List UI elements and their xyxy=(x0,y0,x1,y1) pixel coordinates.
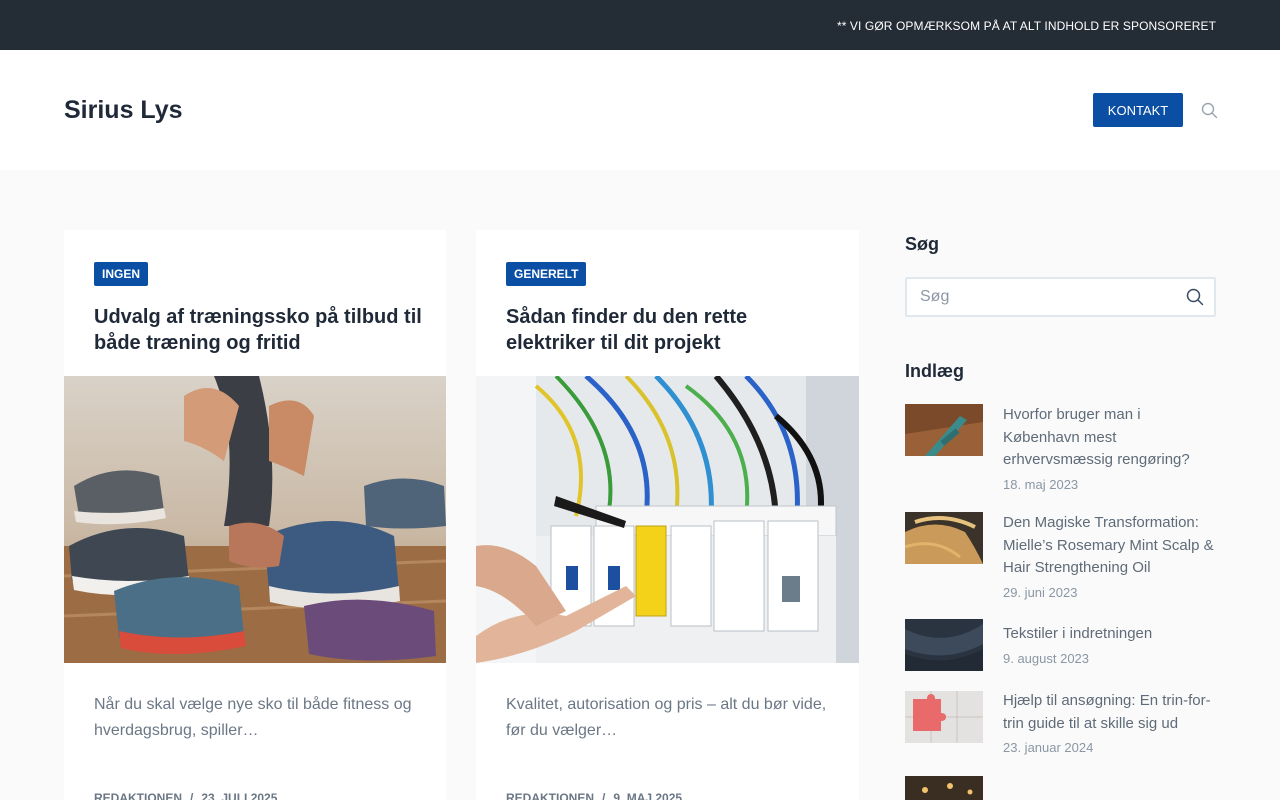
post-thumbnail-cleaning[interactable] xyxy=(905,404,983,456)
article-image-running-shoes[interactable] xyxy=(64,376,446,663)
post-title[interactable]: Den Magiske Transformation: Mielle’s Ros… xyxy=(1003,512,1218,580)
contact-button[interactable]: KONTAKT xyxy=(1093,93,1183,127)
post-thumbnail-textiles[interactable] xyxy=(905,619,983,671)
article-excerpt: Når du skal vælge nye sko til både fitne… xyxy=(94,696,412,739)
meta-separator: / xyxy=(602,791,606,800)
search-input[interactable] xyxy=(907,279,1177,315)
article-author[interactable]: REDAKTIONEN xyxy=(94,791,182,800)
post-date: 18. maj 2023 xyxy=(1003,477,1079,492)
site-title[interactable]: Sirius Lys xyxy=(64,96,183,125)
article-author[interactable]: REDAKTIONEN xyxy=(506,791,594,800)
article-title[interactable]: Udvalg af træningssko på tilbud til både… xyxy=(94,304,424,356)
posts-widget-title: Indlæg xyxy=(905,361,964,381)
article-title[interactable]: Sådan finder du den rette elektriker til… xyxy=(506,304,836,356)
article-card: INGEN Udvalg af træningssko på tilbud ti… xyxy=(64,230,446,800)
post-title[interactable]: Hjælp til ansøgning: En trin-for-trin gu… xyxy=(1003,690,1218,735)
top-notice-bar: ** VI GØR OPMÆRKSOM PÅ AT ALT INDHOLD ER… xyxy=(0,0,1280,50)
post-title[interactable]: Tekstiler i indretningen xyxy=(1003,623,1218,646)
search-icon[interactable] xyxy=(1186,288,1204,306)
article-card: GENERELT Sådan finder du den rette elekt… xyxy=(476,230,859,800)
category-badge[interactable]: INGEN xyxy=(94,262,149,286)
post-date: 23. januar 2024 xyxy=(1003,740,1094,755)
article-meta: REDAKTIONEN / 9. MAJ 2025 xyxy=(506,791,682,800)
article-excerpt: Kvalitet, autorisation og pris – alt du … xyxy=(506,696,827,739)
site-header: Sirius Lys KONTAKT xyxy=(0,50,1280,170)
post-date: 9. august 2023 xyxy=(1003,651,1090,666)
post-title[interactable]: Hvorfor bruger man i København mest erhv… xyxy=(1003,404,1218,472)
search-form xyxy=(905,277,1216,317)
category-badge[interactable]: GENERELT xyxy=(506,262,587,286)
sponsored-notice: ** VI GØR OPMÆRKSOM PÅ AT ALT INDHOLD ER… xyxy=(836,19,1216,33)
post-thumbnail-street[interactable] xyxy=(905,776,983,800)
post-thumbnail-puzzle[interactable] xyxy=(905,691,983,743)
post-date: 29. juni 2023 xyxy=(1003,585,1078,600)
article-image-electrical-panel[interactable] xyxy=(476,376,859,663)
meta-separator: / xyxy=(190,791,194,800)
search-icon[interactable] xyxy=(1201,102,1218,119)
post-thumbnail-hair[interactable] xyxy=(905,512,983,564)
search-widget-title: Søg xyxy=(905,234,939,254)
article-meta: REDAKTIONEN / 23. JULI 2025 xyxy=(94,791,277,800)
article-date: 9. MAJ 2025 xyxy=(613,791,683,800)
article-date: 23. JULI 2025 xyxy=(201,791,278,800)
